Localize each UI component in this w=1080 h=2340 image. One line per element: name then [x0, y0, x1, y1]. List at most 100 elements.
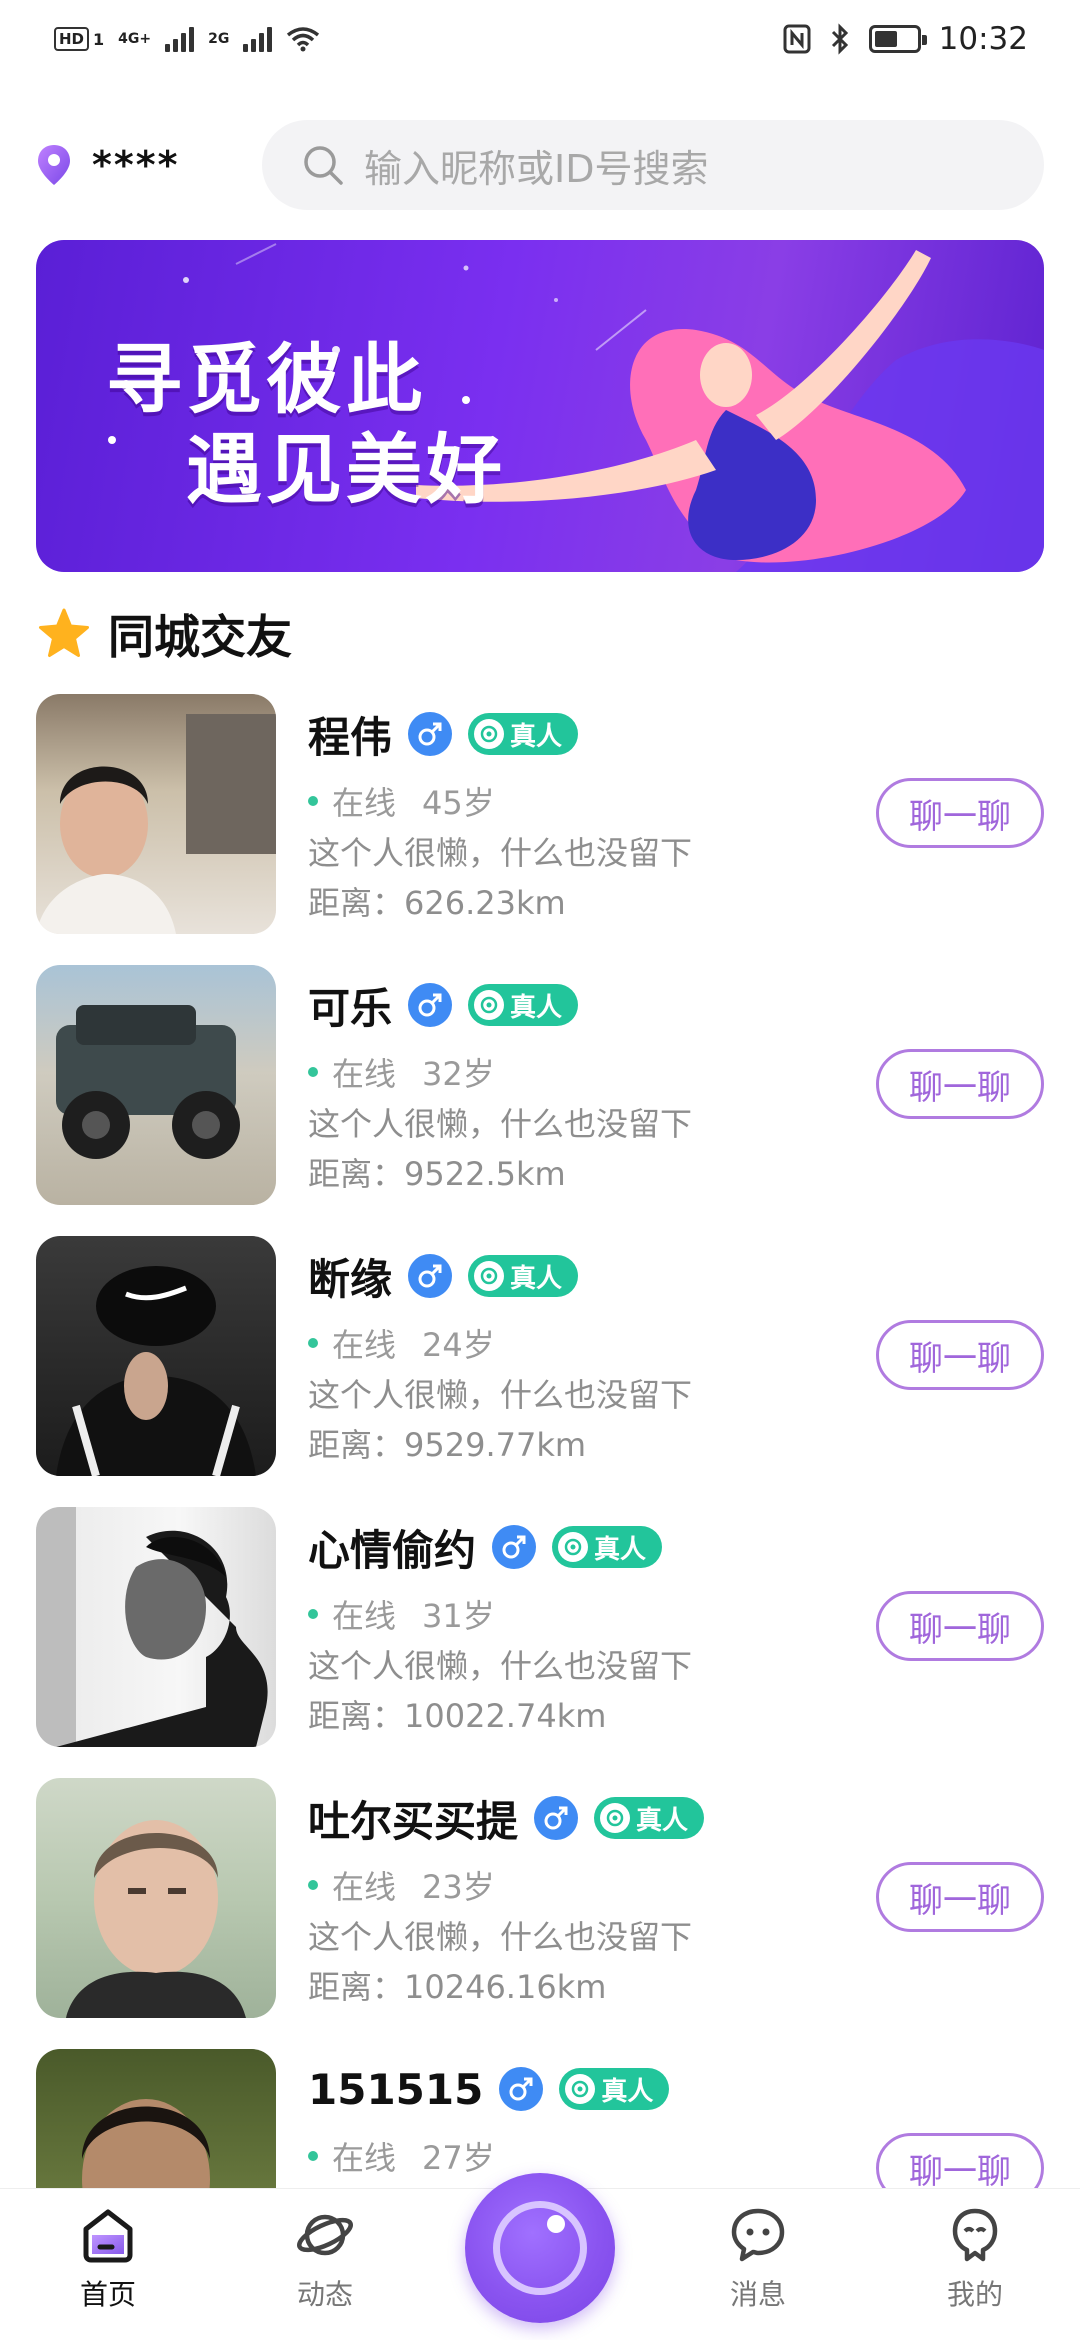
online-dot [308, 796, 318, 806]
real-badge-label: 真人 [510, 992, 563, 1023]
online-dot [308, 1338, 318, 1348]
user-age: 31岁 [422, 1597, 495, 1635]
user-name: 断缘 [308, 1254, 393, 1304]
user-bio: 这个人很懒，什么也没留下 [308, 1918, 693, 1956]
user-bio: 这个人很懒，什么也没留下 [308, 1376, 693, 1414]
verified-face-icon [474, 1261, 505, 1291]
male-icon [408, 983, 453, 1027]
tab-home[interactable]: 首页 [33, 2207, 183, 2313]
avatar[interactable] [36, 1778, 276, 2018]
status-row: 在线 32岁 [308, 1049, 495, 1095]
chat-button[interactable]: 聊一聊 [876, 1320, 1044, 1390]
real-person-badge: 真人 [559, 2068, 670, 2110]
verified-face-icon [474, 719, 505, 749]
user-name: 程伟 [308, 712, 393, 762]
list-item[interactable]: 吐尔买买提 真人 在线 23岁 这个人很懒，什么也没留下 距离：10246.16k… [0, 1778, 1080, 2018]
planet-icon [297, 2214, 353, 2256]
message-icon [731, 2208, 785, 2262]
online-label: 在线 [332, 1055, 397, 1093]
list-item[interactable]: 可乐 真人 在线 32岁 这个人很懒，什么也没留下 距离：9522.5km 聊一聊 [0, 965, 1080, 1205]
avatar[interactable] [36, 965, 276, 1205]
user-distance: 距离：10022.74km [308, 1697, 607, 1735]
banner-title-line2: 遇见美好 [186, 425, 506, 514]
chat-button[interactable]: 聊一聊 [876, 1049, 1044, 1119]
name-row: 吐尔买买提 真人 [308, 1790, 705, 1846]
home-icon [83, 2209, 133, 2263]
tab-messages[interactable]: 消息 [683, 2207, 833, 2313]
name-row: 151515 真人 [308, 2061, 670, 2117]
star-icon [39, 608, 89, 657]
male-icon [492, 1525, 537, 1569]
tab-profile[interactable]: 我的 [900, 2207, 1050, 2313]
male-icon [408, 1254, 453, 1298]
male-icon [408, 712, 453, 756]
real-badge-label: 真人 [594, 1534, 647, 1565]
real-person-badge: 真人 [594, 1797, 705, 1839]
network-type-2: 2G [208, 31, 230, 47]
hd-indicator: HD [54, 27, 90, 51]
online-label: 在线 [332, 1868, 397, 1906]
verified-face-icon [565, 2074, 596, 2104]
avatar[interactable] [36, 1236, 276, 1476]
name-row: 心情偷约 真人 [308, 1519, 663, 1575]
search-placeholder: 输入昵称或ID号搜索 [364, 146, 709, 191]
location-selector[interactable]: **** [36, 143, 228, 187]
status-row: 在线 23岁 [308, 1862, 495, 1908]
user-distance: 距离：9522.5km [308, 1155, 566, 1193]
avatar[interactable] [36, 694, 276, 934]
list-item[interactable]: 151515 真人 在线 27岁 聊一聊 [0, 2049, 1080, 2188]
verified-face-icon [558, 1532, 589, 1562]
avatar[interactable] [36, 1507, 276, 1747]
chat-button[interactable]: 聊一聊 [876, 1591, 1044, 1661]
user-age: 23岁 [422, 1868, 495, 1906]
search-input[interactable]: 输入昵称或ID号搜索 [262, 120, 1044, 210]
user-bio: 这个人很懒，什么也没留下 [308, 834, 693, 872]
battery-icon [868, 25, 927, 53]
name-row: 程伟 真人 [308, 706, 579, 762]
tab-label: 动态 [296, 2278, 353, 2311]
user-name: 吐尔买买提 [308, 1796, 519, 1846]
online-dot [308, 1880, 318, 1890]
real-person-badge: 真人 [468, 1255, 579, 1297]
online-dot [308, 1609, 318, 1619]
tab-moments[interactable]: 动态 [250, 2207, 400, 2313]
chat-button[interactable]: 聊一聊 [876, 1862, 1044, 1932]
section-header: 同城交友 [36, 602, 292, 666]
status-right: 10:32 [783, 21, 1028, 57]
center-ring-icon [493, 2201, 587, 2295]
real-badge-label: 真人 [636, 1805, 689, 1836]
user-age: 24岁 [422, 1326, 495, 1364]
wifi-icon [287, 27, 320, 52]
user-distance: 距离：9529.77km [308, 1426, 587, 1464]
avatar[interactable] [36, 2049, 276, 2188]
online-label: 在线 [332, 1597, 397, 1635]
status-left: HD 1 4G+ 2G [54, 25, 320, 53]
chat-button[interactable]: 聊一聊 [876, 2133, 1044, 2188]
status-row: 在线 27岁 [308, 2133, 495, 2179]
real-badge-label: 真人 [601, 2076, 654, 2107]
list-item[interactable]: 断缘 真人 在线 24岁 这个人很懒，什么也没留下 距离：9529.77km 聊一… [0, 1236, 1080, 1476]
user-age: 32岁 [422, 1055, 495, 1093]
real-person-badge: 真人 [468, 713, 579, 755]
status-row: 在线 31岁 [308, 1591, 495, 1637]
section-title: 同城交友 [108, 610, 292, 664]
chat-button[interactable]: 聊一聊 [876, 778, 1044, 848]
center-action-button[interactable] [465, 2173, 615, 2323]
status-bar: HD 1 4G+ 2G 10:32 [0, 0, 1080, 78]
male-icon [499, 2067, 544, 2111]
promo-banner[interactable]: 寻觅彼此 遇见美好 [36, 240, 1044, 572]
user-name: 心情偷约 [308, 1525, 477, 1575]
real-person-badge: 真人 [468, 984, 579, 1026]
top-header: **** 输入昵称或ID号搜索 [0, 118, 1080, 212]
tab-label: 首页 [79, 2278, 136, 2311]
user-name: 可乐 [308, 983, 393, 1033]
verified-face-icon [600, 1803, 631, 1833]
list-item[interactable]: 心情偷约 真人 在线 31岁 这个人很懒，什么也没留下 距离：10022.74km… [0, 1507, 1080, 1747]
user-age: 27岁 [422, 2139, 495, 2177]
name-row: 断缘 真人 [308, 1248, 579, 1304]
user-bio: 这个人很懒，什么也没留下 [308, 1105, 693, 1143]
list-item[interactable]: 程伟 真人 在线 45岁 这个人很懒，什么也没留下 距离：626.23km 聊一聊 [0, 694, 1080, 934]
profile-icon [952, 2208, 998, 2262]
signal-icon-2 [243, 26, 273, 52]
user-bio: 这个人很懒，什么也没留下 [308, 1647, 693, 1685]
